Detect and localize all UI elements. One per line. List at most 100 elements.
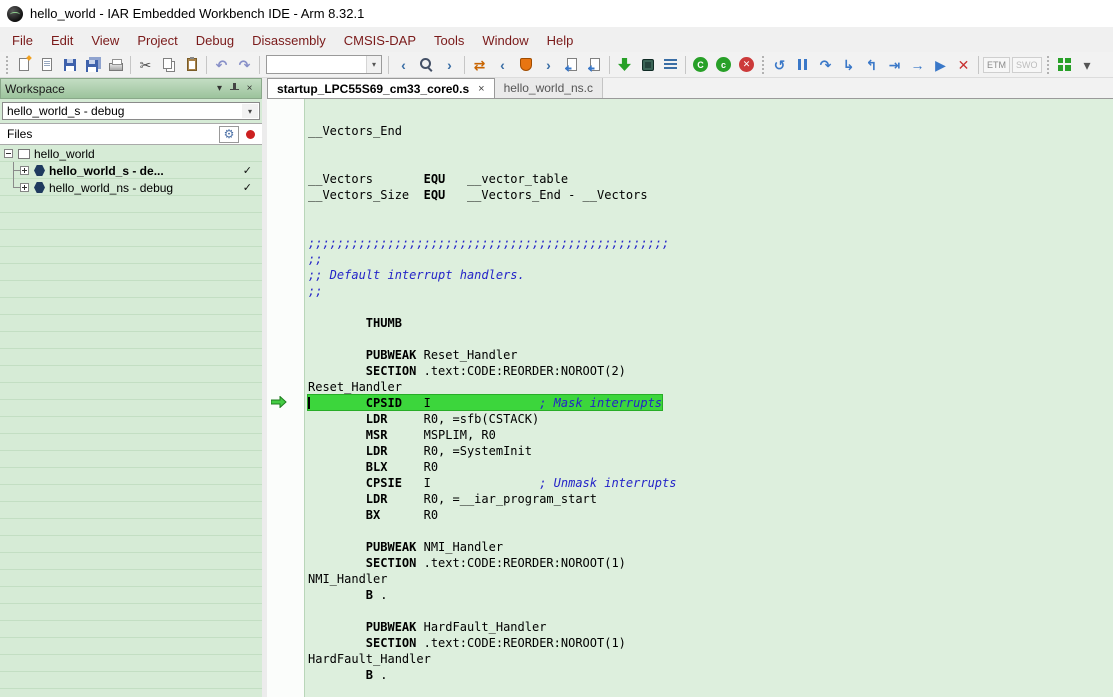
menu-view[interactable]: View	[82, 30, 128, 51]
code-line[interactable]: LDR R0, =__iar_program_start	[308, 491, 1113, 507]
navigate-backward-button[interactable]: ‹	[392, 54, 415, 76]
code-line[interactable]: PUBWEAK NMI_Handler	[308, 539, 1113, 555]
code-line[interactable]: CPSID I ; Mask interrupts	[308, 395, 1113, 411]
code-line[interactable]: HardFault_Handler	[308, 651, 1113, 667]
toggle-breakpoint-button[interactable]	[514, 54, 537, 76]
menu-file[interactable]: File	[3, 30, 42, 51]
multicore-debug-button[interactable]	[1053, 54, 1076, 76]
code-line[interactable]: B .	[308, 667, 1113, 683]
next-bookmark-button[interactable]: ›	[537, 54, 560, 76]
toggle-bookmark-button[interactable]: ⇄	[468, 54, 491, 76]
tab-hello-world-ns-c[interactable]: hello_world_ns.c	[495, 78, 603, 98]
expand-icon[interactable]	[20, 166, 29, 175]
code-line[interactable]: SECTION .text:CODE:REORDER:NOROOT(1)	[308, 635, 1113, 651]
previous-bookmark-button[interactable]: ‹	[491, 54, 514, 76]
collapse-icon[interactable]	[4, 149, 13, 158]
copy-button[interactable]	[157, 54, 180, 76]
code-line[interactable]: BLX R0	[308, 459, 1113, 475]
pin-icon[interactable]	[227, 83, 242, 95]
code-line[interactable]: SECTION .text:CODE:REORDER:NOROOT(2)	[308, 363, 1113, 379]
undo-button[interactable]: ↶	[210, 54, 233, 76]
menu-window[interactable]: Window	[473, 30, 537, 51]
new-document-button[interactable]	[12, 54, 35, 76]
code-line[interactable]: __Vectors EQU __vector_table	[308, 171, 1113, 187]
close-tab-icon[interactable]: ×	[478, 83, 484, 95]
code-line[interactable]: LDR R0, =SystemInit	[308, 443, 1113, 459]
stop-build-button[interactable]: ✕	[735, 54, 758, 76]
cut-button[interactable]: ✂	[134, 54, 157, 76]
code-line[interactable]: B .	[308, 587, 1113, 603]
go-button[interactable]: ▶	[929, 54, 952, 76]
code-line[interactable]: ;;	[308, 283, 1113, 299]
menu-tools[interactable]: Tools	[425, 30, 473, 51]
paste-button[interactable]	[180, 54, 203, 76]
options-gear-button[interactable]: ⚙	[219, 126, 239, 143]
tree-item-hello-world-ns-debug[interactable]: hello_world_ns - debug✓	[0, 179, 262, 196]
expand-icon[interactable]	[20, 183, 29, 192]
code-line[interactable]: ;;;;;;;;;;;;;;;;;;;;;;;;;;;;;;;;;;;;;;;;…	[308, 235, 1113, 251]
etm-button[interactable]: ETM	[983, 57, 1010, 73]
disassembly-window-button[interactable]	[659, 54, 682, 76]
code-line[interactable]	[308, 331, 1113, 347]
code-line[interactable]	[308, 203, 1113, 219]
configuration-combobox[interactable]: hello_world_s - debug ▾	[2, 102, 260, 120]
code-line[interactable]	[308, 139, 1113, 155]
download-and-debug-button[interactable]	[613, 54, 636, 76]
tree-item-hello-world[interactable]: hello_world	[0, 145, 262, 162]
window-menu-icon[interactable]: ▾	[212, 83, 227, 94]
tab-startup-lpc55s69-cm33-core0-s[interactable]: startup_LPC55S69_cm33_core0.s×	[267, 78, 495, 98]
step-into-button[interactable]: ↳	[837, 54, 860, 76]
search-combobox[interactable]: ▾	[266, 55, 382, 74]
make-button[interactable]: C	[689, 54, 712, 76]
save-button[interactable]	[58, 54, 81, 76]
menu-help[interactable]: Help	[538, 30, 583, 51]
code-line[interactable]	[308, 603, 1113, 619]
compile-button[interactable]: c	[712, 54, 735, 76]
code-area[interactable]: __Vectors_End __Vectors EQU __vector_tabl…	[306, 99, 1113, 697]
code-line[interactable]: NMI_Handler	[308, 571, 1113, 587]
toolbar-options-button[interactable]: ▾	[1076, 54, 1099, 76]
print-button[interactable]	[104, 54, 127, 76]
debug-without-downloading-button[interactable]	[636, 54, 659, 76]
code-line[interactable]: __Vectors_End	[308, 123, 1113, 139]
step-out-button[interactable]: ↰	[860, 54, 883, 76]
go-to-definition-button[interactable]	[583, 54, 606, 76]
chevron-down-icon[interactable]: ▾	[366, 56, 381, 73]
stop-debugging-button[interactable]: ✕	[952, 54, 975, 76]
menu-cmsis-dap[interactable]: CMSIS-DAP	[335, 30, 425, 51]
run-to-cursor-button[interactable]: →	[906, 54, 929, 76]
swo-button[interactable]: SWO	[1012, 57, 1042, 73]
next-statement-button[interactable]: ⇥	[883, 54, 906, 76]
menu-project[interactable]: Project	[128, 30, 186, 51]
break-button[interactable]	[791, 54, 814, 76]
open-header-file-button[interactable]	[560, 54, 583, 76]
menu-disassembly[interactable]: Disassembly	[243, 30, 335, 51]
code-line[interactable]: SECTION .text:CODE:REORDER:NOROOT(1)	[308, 555, 1113, 571]
code-line[interactable]	[308, 219, 1113, 235]
step-over-button[interactable]: ↷	[814, 54, 837, 76]
code-line[interactable]: CPSIE I ; Unmask interrupts	[308, 475, 1113, 491]
code-line[interactable]: PUBWEAK HardFault_Handler	[308, 619, 1113, 635]
code-line[interactable]: THUMB	[308, 315, 1113, 331]
menu-edit[interactable]: Edit	[42, 30, 82, 51]
code-line[interactable]: ;;	[308, 251, 1113, 267]
tree-item-hello-world-s-de[interactable]: hello_world_s - de...✓	[0, 162, 262, 179]
redo-button[interactable]: ↷	[233, 54, 256, 76]
code-line[interactable]: BX R0	[308, 507, 1113, 523]
reset-debug-button[interactable]: ↺	[768, 54, 791, 76]
navigate-forward-button[interactable]: ›	[438, 54, 461, 76]
close-icon[interactable]: ×	[242, 83, 257, 94]
code-line[interactable]: LDR R0, =sfb(CSTACK)	[308, 411, 1113, 427]
code-line[interactable]	[308, 299, 1113, 315]
code-line[interactable]: __Vectors_Size EQU __Vectors_End - __Vec…	[308, 187, 1113, 203]
code-line[interactable]: PUBWEAK Reset_Handler	[308, 347, 1113, 363]
code-line[interactable]: Reset_Handler	[308, 379, 1113, 395]
code-line[interactable]: MSR MSPLIM, R0	[308, 427, 1113, 443]
chevron-down-icon[interactable]: ▾	[242, 104, 258, 118]
code-line[interactable]	[308, 523, 1113, 539]
open-document-button[interactable]	[35, 54, 58, 76]
breakpoint-gutter[interactable]	[267, 99, 305, 697]
save-all-button[interactable]	[81, 54, 104, 76]
code-line[interactable]	[308, 155, 1113, 171]
menu-debug[interactable]: Debug	[187, 30, 243, 51]
